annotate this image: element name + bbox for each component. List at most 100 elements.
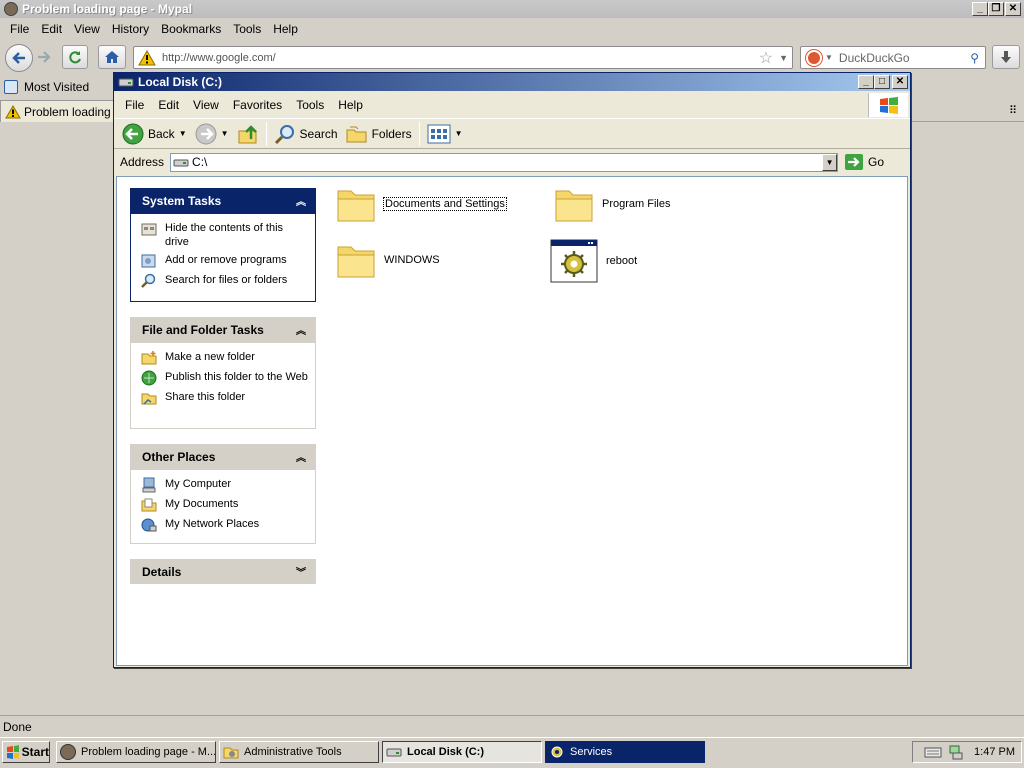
task-publish-folder-web[interactable]: Publish this folder to the Web [141, 370, 309, 386]
place-my-computer[interactable]: My Computer [141, 477, 309, 493]
taskbar-button-services[interactable]: Services [545, 741, 705, 763]
expand-chevron-icon[interactable]: ︾ [296, 564, 306, 579]
browser-menu-tools[interactable]: Tools [227, 22, 267, 36]
details-panel: Details ︾ [130, 559, 316, 584]
folder-up-icon [238, 124, 257, 143]
search-engine-dropdown-icon[interactable]: ▼ [825, 53, 833, 62]
drive-icon [173, 159, 189, 166]
task-search-files[interactable]: Search for files or folders [141, 273, 309, 289]
start-label: Start [21, 745, 49, 759]
drive-icon [118, 78, 134, 87]
explorer-titlebar: Local Disk (C:) [114, 73, 910, 91]
address-label: Address [120, 155, 165, 169]
explorer-menu-tools[interactable]: Tools [289, 98, 331, 112]
explorer-forward-button[interactable]: ▼ [191, 121, 233, 147]
system-tray: 1:47 PM [912, 741, 1022, 763]
bookmark-most-visited[interactable]: Most Visited [24, 80, 89, 94]
views-dropdown-icon[interactable]: ▼ [455, 129, 463, 138]
go-button[interactable]: Go [844, 153, 884, 171]
url-dropdown-icon[interactable]: ▼ [779, 53, 788, 63]
browser-forward-button[interactable] [36, 49, 54, 67]
url-bar[interactable]: http://www.google.com/ ☆ ▼ [133, 46, 793, 69]
place-my-documents[interactable]: My Documents [141, 497, 309, 513]
browser-tab-active[interactable]: Problem loading page [0, 100, 116, 122]
browser-menu-help[interactable]: Help [267, 22, 304, 36]
browser-menu-edit[interactable]: Edit [35, 22, 68, 36]
place-my-network-places[interactable]: My Network Places [141, 517, 309, 533]
back-dropdown-icon[interactable]: ▼ [179, 129, 187, 138]
file-item-documents-and-settings[interactable]: Documents and Settings [336, 185, 507, 223]
browser-menu-bookmarks[interactable]: Bookmarks [155, 22, 227, 36]
bookmark-star-icon[interactable]: ☆ [759, 48, 773, 68]
browser-menu-file[interactable]: File [4, 22, 35, 36]
file-label: reboot [606, 255, 638, 267]
collapse-chevron-icon[interactable]: ︽ [296, 449, 306, 464]
browser-menu-view[interactable]: View [68, 22, 106, 36]
address-dropdown-button[interactable]: ▼ [822, 153, 838, 171]
collapse-chevron-icon[interactable]: ︽ [296, 193, 306, 208]
folders-icon [346, 126, 367, 142]
browser-home-button[interactable] [98, 45, 126, 69]
search-engine-placeholder: DuckDuckGo [838, 50, 910, 65]
explorer-search-button[interactable]: Search [270, 121, 342, 147]
download-arrow-icon [1001, 51, 1011, 63]
taskbar-button-local-disk[interactable]: Local Disk (C:) [382, 741, 542, 763]
explorer-menu-help[interactable]: Help [331, 98, 370, 112]
explorer-views-button[interactable]: ▼ [423, 121, 467, 147]
browser-restore-button[interactable]: ❐ [988, 2, 1004, 16]
browser-back-button[interactable] [5, 44, 33, 72]
windows-logo-icon [868, 93, 908, 117]
explorer-content: System Tasks ︽ Hide the contents of this… [116, 176, 908, 666]
file-folder-tasks-header[interactable]: File and Folder Tasks ︽ [130, 317, 316, 342]
taskbar-button-mypal[interactable]: Problem loading page - M... [56, 741, 216, 763]
explorer-address-bar: Address C:\ ▼ Go [114, 150, 910, 174]
explorer-up-button[interactable] [233, 121, 263, 147]
explorer-menu-file[interactable]: File [118, 98, 151, 112]
explorer-menu-view[interactable]: View [186, 98, 226, 112]
explorer-back-button[interactable]: Back ▼ [118, 121, 191, 147]
tab-list-icon[interactable]: ⠿ [1009, 104, 1017, 117]
file-item-program-files[interactable]: Program Files [554, 185, 670, 223]
file-item-windows[interactable]: WINDOWS [336, 241, 440, 279]
task-add-remove-programs[interactable]: Add or remove programs [141, 253, 309, 269]
explorer-close-button[interactable]: ✕ [892, 75, 908, 89]
task-share-folder[interactable]: Share this folder [141, 390, 309, 406]
tab-warning-icon [5, 104, 21, 118]
forward-dropdown-icon[interactable]: ▼ [221, 129, 229, 138]
network-tray-icon[interactable] [948, 744, 964, 760]
task-hide-drive-contents[interactable]: Hide the contents of this drive [141, 221, 309, 249]
my-documents-icon [141, 498, 157, 512]
explorer-menubar: File Edit View Favorites Tools Help [114, 93, 866, 117]
search-bar[interactable]: ▼ DuckDuckGo ⚲ [800, 46, 986, 69]
file-item-reboot[interactable]: reboot [550, 239, 637, 283]
address-input[interactable]: C:\ ▼ [170, 152, 839, 172]
taskbar-button-administrative-tools[interactable]: Administrative Tools [219, 741, 379, 763]
start-button[interactable]: Start [2, 741, 50, 763]
search-icon[interactable]: ⚲ [970, 51, 979, 65]
system-tasks-header[interactable]: System Tasks ︽ [130, 188, 316, 213]
publish-web-icon [141, 370, 157, 386]
other-places-panel: Other Places ︽ My Computer My Documents … [130, 444, 316, 544]
collapse-chevron-icon[interactable]: ︽ [296, 322, 306, 337]
search-files-icon [141, 273, 156, 288]
address-value: C:\ [192, 155, 208, 169]
explorer-folders-button[interactable]: Folders [342, 121, 416, 147]
explorer-maximize-button[interactable]: □ [874, 75, 890, 89]
keyboard-icon[interactable] [924, 746, 942, 758]
downloads-button[interactable] [992, 45, 1020, 69]
details-title: Details [142, 564, 182, 579]
back-label: Back [148, 126, 175, 141]
explorer-menu-edit[interactable]: Edit [151, 98, 186, 112]
explorer-toolbar: Back ▼ ▼ Search Folders ▼ [114, 118, 910, 149]
browser-menu-history[interactable]: History [106, 22, 155, 36]
other-places-header[interactable]: Other Places ︽ [130, 444, 316, 469]
details-header[interactable]: Details ︾ [130, 559, 316, 584]
explorer-window: Local Disk (C:) _ □ ✕ File Edit View Fav… [113, 72, 911, 668]
browser-close-button[interactable]: ✕ [1005, 2, 1021, 16]
browser-reload-button[interactable] [62, 45, 88, 69]
task-make-new-folder[interactable]: Make a new folder [141, 350, 309, 366]
browser-minimize-button[interactable]: _ [972, 2, 988, 16]
file-folder-tasks-title: File and Folder Tasks [142, 322, 264, 337]
explorer-minimize-button[interactable]: _ [858, 75, 874, 89]
explorer-menu-favorites[interactable]: Favorites [226, 98, 289, 112]
